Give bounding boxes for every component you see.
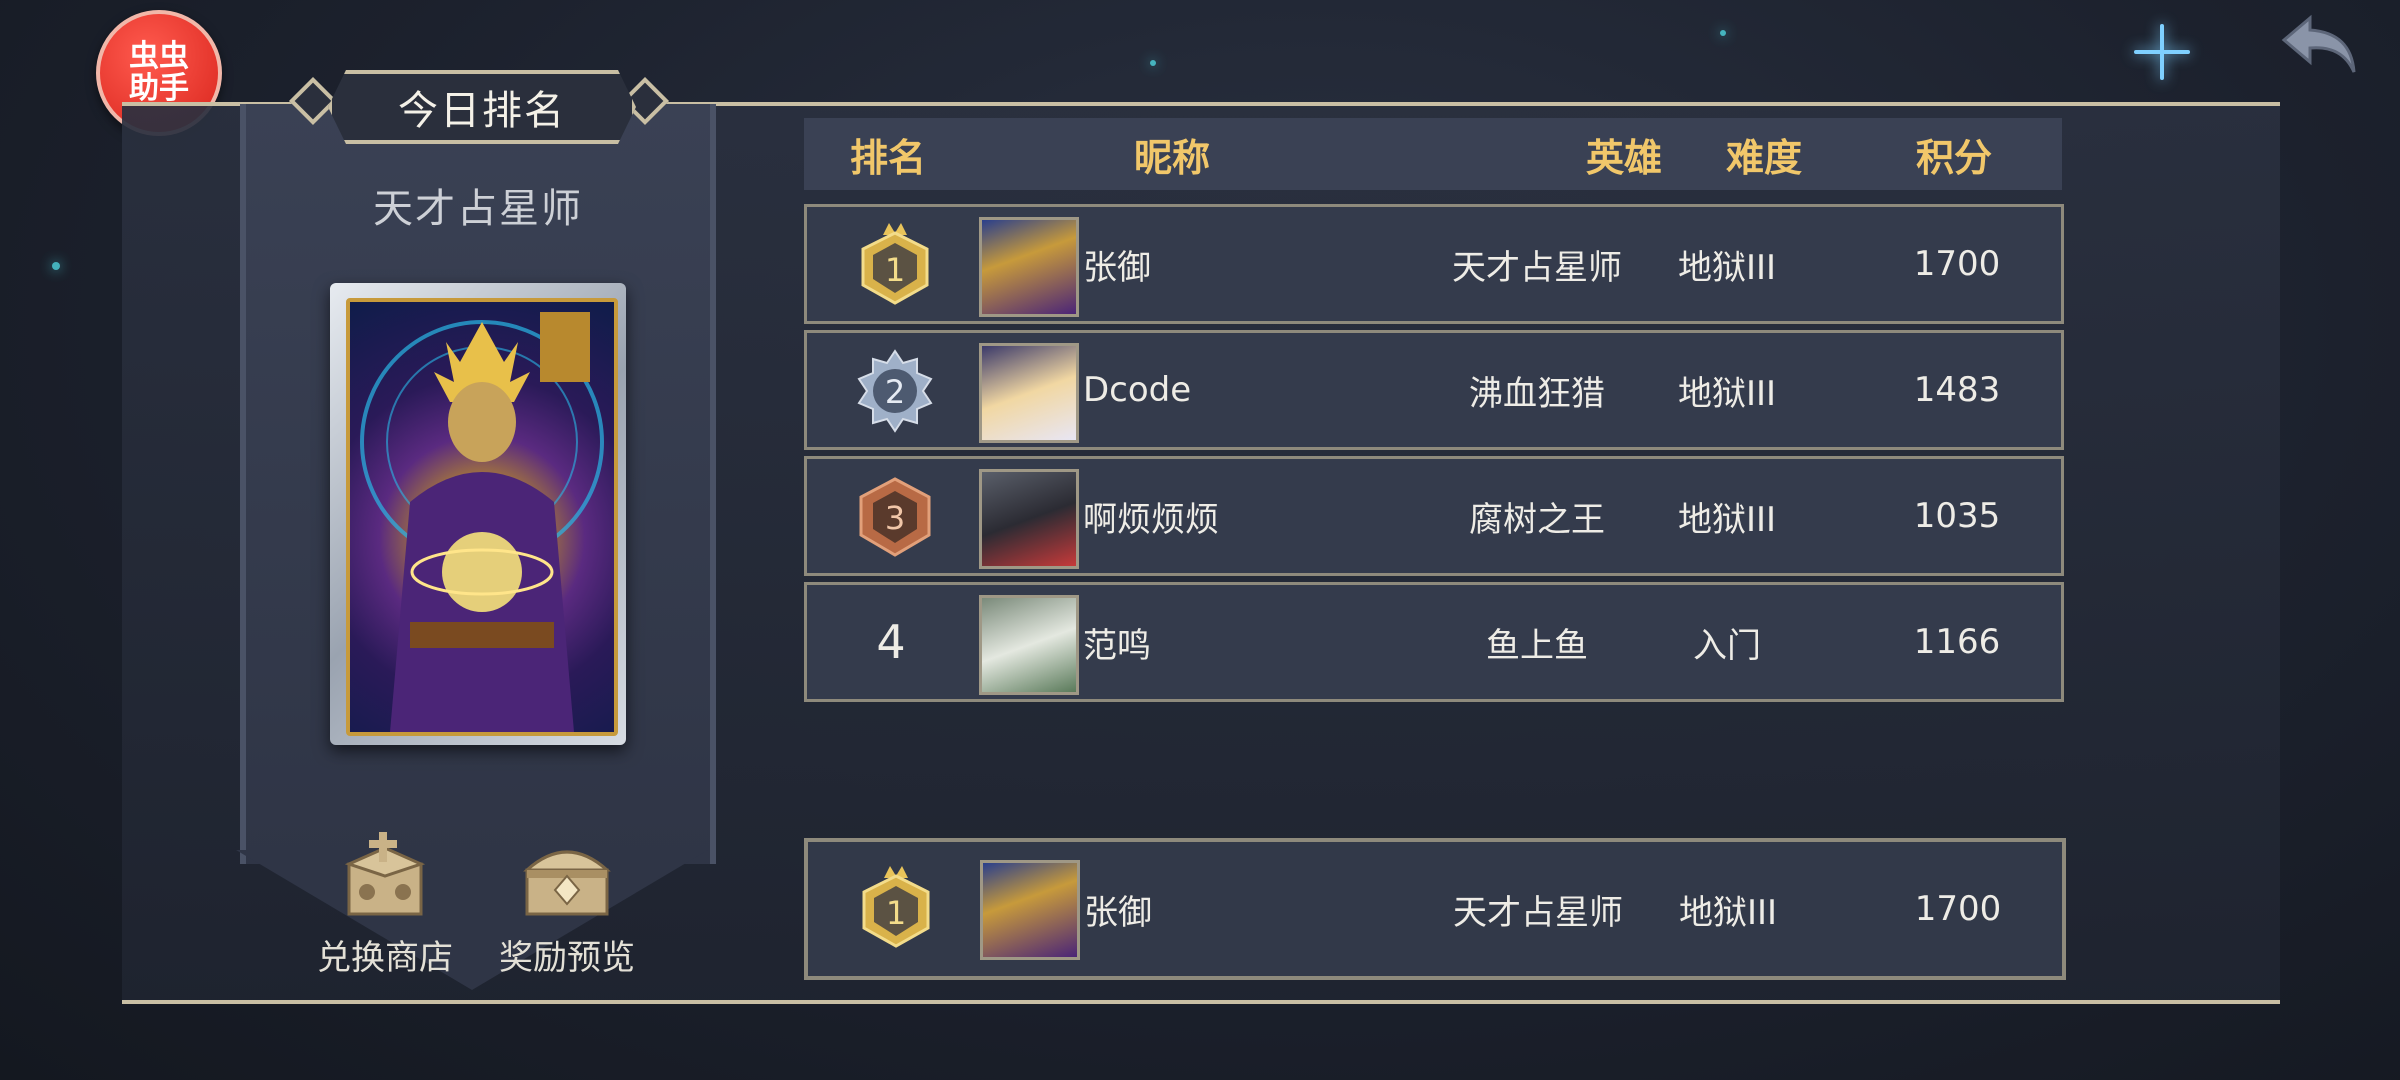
silver-medal-icon: 2 [857, 349, 933, 433]
score-cell: 1700 [1914, 889, 2002, 929]
panel-title: 今日排名 [328, 70, 636, 144]
score-cell: 1483 [1913, 370, 2001, 410]
ranking-table-header: 排名 昵称 英雄 难度 积分 [804, 118, 2062, 190]
hero-card-art[interactable] [346, 298, 618, 736]
badge-line-2: 助手 [129, 71, 189, 106]
table-row[interactable]: 4 范鸣 鱼上鱼 入门 1166 [804, 582, 2064, 702]
table-row[interactable]: 2 Dcode 沸血狂猎 地狱III 1483 [804, 330, 2064, 450]
reward-preview-button[interactable]: 奖励预览 [492, 830, 642, 980]
treasure-box-icon [344, 832, 426, 916]
difficulty-cell: 入门 [1693, 625, 1761, 666]
score-cell: 1035 [1913, 496, 2001, 536]
hero-name: 天才占星师 [373, 186, 583, 232]
exchange-shop-label: 兑换商店 [317, 938, 453, 978]
rank-number: 4 [876, 615, 906, 669]
score-cell: 1700 [1913, 244, 2001, 284]
avatar [979, 469, 1079, 569]
avatar [979, 595, 1079, 695]
badge-line-1: 虫虫 [129, 39, 189, 74]
gold-medal-icon: 1 [862, 866, 930, 948]
astrologer-hero-illustration [360, 312, 604, 732]
sparkle-decoration [1150, 60, 1156, 66]
difficulty-cell: 地狱III [1677, 247, 1777, 288]
header-score: 积分 [1915, 135, 1992, 180]
medal-rank-text: 1 [886, 894, 906, 932]
avatar [979, 343, 1079, 443]
nickname: 啊烦烦烦 [1083, 499, 1219, 540]
table-row[interactable]: 1 张御 天才占星师 地狱III 1700 [804, 204, 2064, 324]
exchange-shop-button[interactable]: 兑换商店 [310, 830, 460, 980]
header-nickname: 昵称 [1133, 135, 1210, 180]
score-cell: 1166 [1913, 622, 2001, 662]
table-row[interactable]: 3 啊烦烦烦 腐树之王 地狱III 1035 [804, 456, 2064, 576]
banner-left-diamond [288, 76, 338, 126]
sparkle-decoration [1720, 30, 1726, 36]
medal-rank-text: 3 [885, 499, 905, 537]
nickname: 张御 [1084, 892, 1152, 933]
nickname: Dcode [1083, 370, 1192, 410]
avatar [980, 860, 1080, 960]
medal-rank-text: 1 [885, 251, 905, 289]
my-ranking-row[interactable]: 1 张御 天才占星师 地狱III 1700 [804, 838, 2066, 980]
sparkle-decoration [52, 262, 60, 270]
gold-medal-icon: 1 [861, 223, 929, 305]
difficulty-cell: 地狱III [1678, 892, 1778, 933]
star-sparkle-icon [2132, 22, 2192, 82]
difficulty-cell: 地狱III [1677, 373, 1777, 414]
back-button[interactable] [2280, 12, 2360, 78]
reward-preview-label: 奖励预览 [499, 938, 635, 978]
bronze-medal-icon: 3 [859, 477, 931, 557]
nickname: 范鸣 [1083, 625, 1151, 666]
nickname: 张御 [1083, 247, 1151, 288]
difficulty-cell: 地狱III [1677, 499, 1777, 540]
treasure-chest-icon [523, 850, 611, 916]
avatar [979, 217, 1079, 317]
header-difficulty: 难度 [1725, 135, 1802, 180]
header-rank: 排名 [849, 135, 926, 180]
medal-rank-text: 2 [885, 373, 905, 411]
back-arrow-icon [2281, 14, 2356, 73]
